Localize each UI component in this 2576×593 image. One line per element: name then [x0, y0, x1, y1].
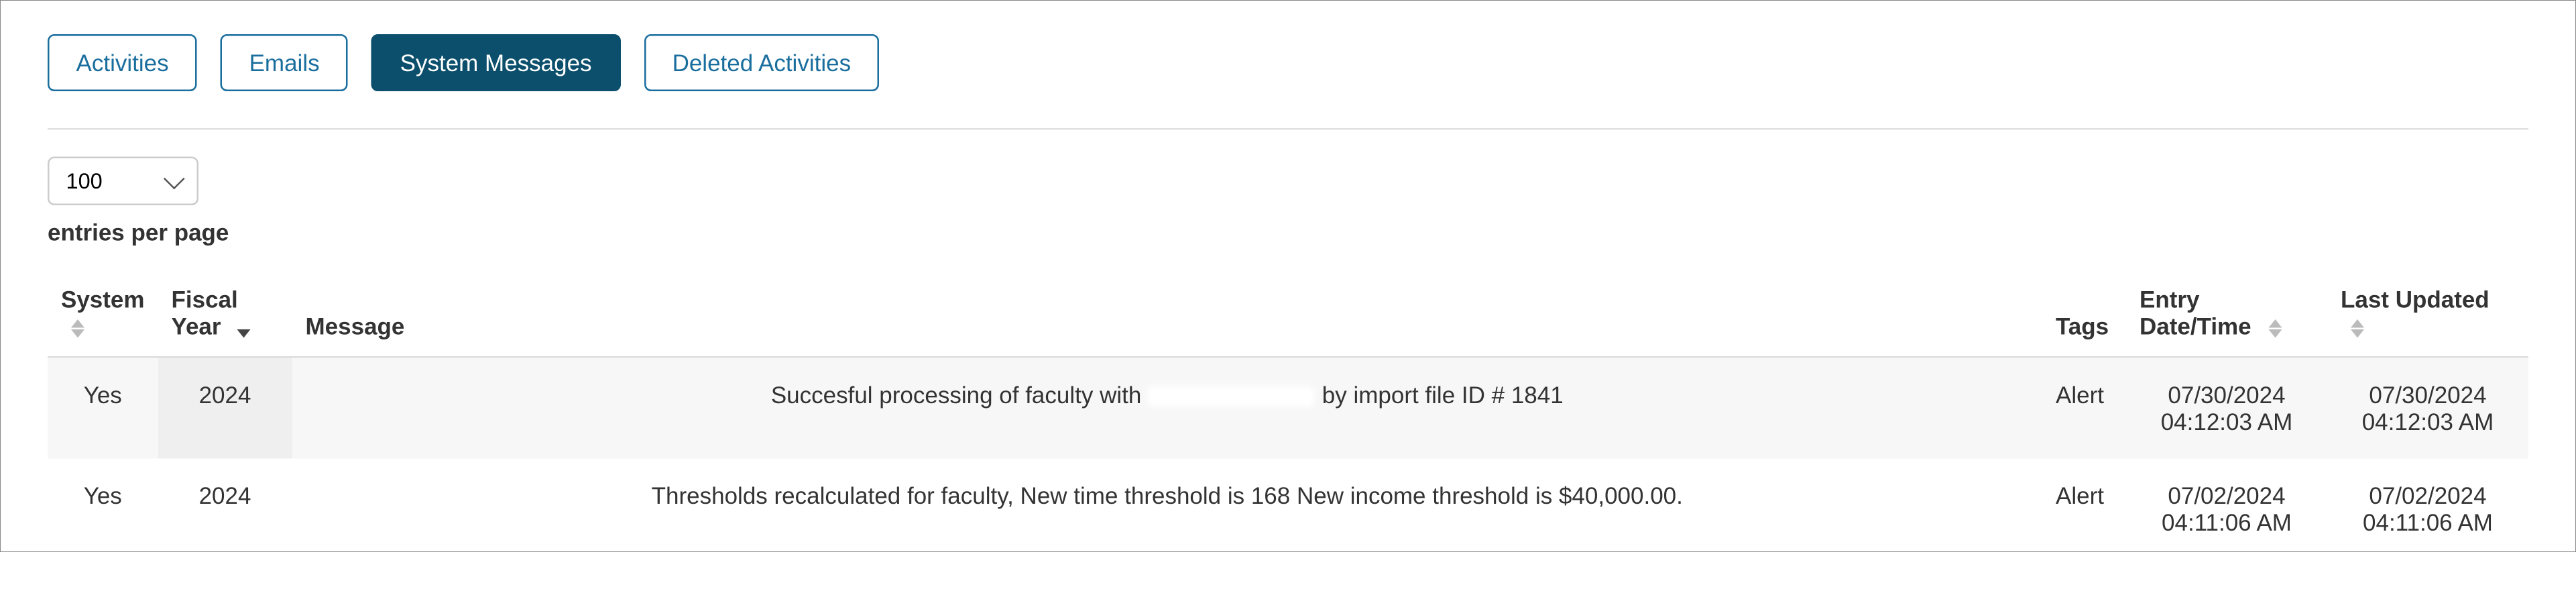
redacted-text: [1148, 387, 1315, 407]
messages-table: System Fiscal Year Message Tags Entry Da…: [48, 269, 2528, 559]
entries-per-page-row: 100 entries per page: [48, 157, 2528, 246]
tab-emails[interactable]: Emails: [221, 34, 348, 91]
col-header-message-label: Message: [306, 313, 405, 339]
tab-deleted-activities[interactable]: Deleted Activities: [644, 34, 880, 91]
cell-fiscal-year: 2024: [158, 459, 292, 559]
tab-system-messages[interactable]: System Messages: [371, 34, 620, 91]
cell-fiscal-year: 2024: [158, 357, 292, 458]
sort-icon: [71, 319, 84, 337]
col-header-system-label: System: [61, 286, 145, 313]
divider: [48, 128, 2528, 130]
col-header-entry-date[interactable]: Entry Date/Time: [2126, 269, 2327, 357]
entries-per-page-label: entries per page: [48, 219, 2528, 246]
sort-icon: [2268, 319, 2281, 337]
tabs-row: Activities Emails System Messages Delete…: [48, 34, 2528, 91]
col-header-last-updated[interactable]: Last Updated: [2327, 269, 2528, 357]
sort-icon: [2351, 319, 2364, 337]
cell-message-part: by import file ID # 1841: [1315, 382, 1564, 409]
cell-message: Succesful processing of faculty with by …: [292, 357, 2042, 458]
table-row: Yes 2024 Thresholds recalculated for fac…: [48, 459, 2528, 559]
sort-icon-desc: [237, 319, 251, 337]
col-header-tags-label: Tags: [2056, 313, 2109, 339]
tab-activities[interactable]: Activities: [48, 34, 197, 91]
entries-per-page-select[interactable]: 100: [48, 157, 198, 206]
col-header-message[interactable]: Message: [292, 269, 2042, 357]
table-row: Yes 2024 Succesful processing of faculty…: [48, 357, 2528, 458]
cell-tags: Alert: [2042, 459, 2126, 559]
cell-message: Thresholds recalculated for faculty, New…: [292, 459, 2042, 559]
cell-system: Yes: [48, 357, 158, 458]
col-header-last-updated-label: Last Updated: [2341, 286, 2490, 313]
cell-system: Yes: [48, 459, 158, 559]
cell-tags: Alert: [2042, 357, 2126, 458]
cell-entry-date: 07/02/2024 04:11:06 AM: [2126, 459, 2327, 559]
col-header-fiscal-year-label: Fiscal Year: [172, 286, 238, 339]
cell-entry-date: 07/30/2024 04:12:03 AM: [2126, 357, 2327, 458]
col-header-tags[interactable]: Tags: [2042, 269, 2126, 357]
col-header-fiscal-year[interactable]: Fiscal Year: [158, 269, 292, 357]
cell-last-updated: 07/02/2024 04:11:06 AM: [2327, 459, 2528, 559]
col-header-system[interactable]: System: [48, 269, 158, 357]
cell-last-updated: 07/30/2024 04:12:03 AM: [2327, 357, 2528, 458]
col-header-entry-date-label: Entry Date/Time: [2140, 286, 2251, 339]
cell-message-part: Succesful processing of faculty with: [771, 382, 1148, 409]
